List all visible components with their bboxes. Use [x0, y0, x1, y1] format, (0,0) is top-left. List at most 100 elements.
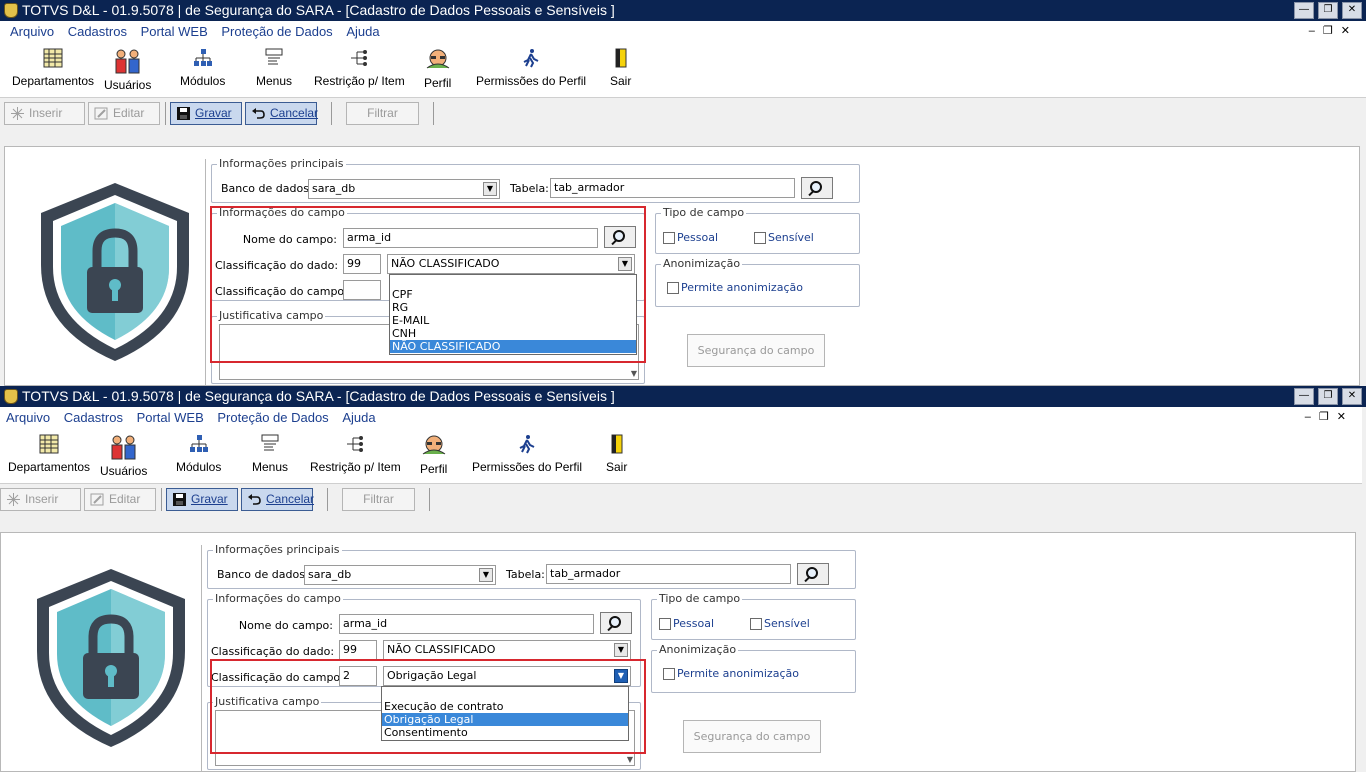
pessoal-checkbox[interactable]: [663, 232, 675, 244]
menu-portal-web[interactable]: Portal WEB: [141, 21, 208, 42]
dropdown-option[interactable]: Consentimento: [382, 726, 628, 739]
db-select[interactable]: sara_db ▼: [308, 179, 500, 199]
sair-button[interactable]: Sair: [606, 434, 627, 474]
class-campo-select[interactable]: Obrigação Legal ▼: [383, 666, 631, 686]
dropdown-option[interactable]: [390, 275, 636, 288]
departamentos-button[interactable]: Departamentos: [8, 434, 90, 474]
dropdown-option[interactable]: NÃO CLASSIFICADO: [390, 340, 636, 353]
runner-icon: [523, 49, 539, 68]
perfil-button[interactable]: Perfil: [424, 48, 451, 90]
menu-protecao-dados[interactable]: Proteção de Dados: [221, 21, 332, 42]
usuarios-button[interactable]: Usuários: [100, 434, 147, 478]
classificacao-dropdown-list[interactable]: CPF RG E-MAIL CNH NÃO CLASSIFICADO: [389, 274, 637, 355]
anonimizacao-label: Permite anonimização: [677, 667, 799, 680]
nome-campo-search-button[interactable]: [604, 226, 636, 248]
dropdown-option[interactable]: RG: [390, 301, 636, 314]
perfil-button[interactable]: Perfil: [420, 434, 447, 476]
dropdown-option[interactable]: E-MAIL: [390, 314, 636, 327]
menus-button[interactable]: Menus: [256, 48, 292, 88]
menu-cadastros[interactable]: Cadastros: [64, 407, 123, 428]
seguranca-campo-button[interactable]: Segurança do campo: [683, 720, 821, 753]
dropdown-option[interactable]: Execução de contrato: [382, 700, 628, 713]
chevron-down-icon[interactable]: ▼: [614, 643, 628, 657]
class-campo-label: Classificação do campo:: [211, 671, 344, 684]
permissoes-perfil-button[interactable]: Permissões do Perfil: [476, 48, 586, 88]
class-campo-code[interactable]: [343, 280, 381, 300]
dropdown-option[interactable]: CPF: [390, 288, 636, 301]
filtrar-button[interactable]: Filtrar: [346, 102, 419, 125]
form-panel: Informações principais Banco de dados: s…: [0, 532, 1356, 772]
window-titlebar: TOTVS D&L - 01.9.5078 | de Segurança do …: [0, 386, 1366, 407]
restricao-item-button[interactable]: Restrição p/ Item: [310, 434, 401, 474]
inserir-button[interactable]: Inserir: [0, 488, 81, 511]
seguranca-campo-button[interactable]: Segurança do campo: [687, 334, 825, 367]
minimize-icon[interactable]: —: [1294, 388, 1314, 405]
menu-ajuda[interactable]: Ajuda: [346, 21, 379, 42]
class-dado-code[interactable]: 99: [343, 254, 381, 274]
cancelar-button[interactable]: Cancelar: [245, 102, 318, 125]
menu-arquivo[interactable]: Arquivo: [6, 407, 50, 428]
anonimizacao-checkbox[interactable]: [663, 668, 675, 680]
table-field[interactable]: tab_armador: [546, 564, 791, 584]
icon-toolbar: Departamentos Usuários Módulos Menus Res…: [0, 42, 1366, 98]
menu-ajuda[interactable]: Ajuda: [342, 407, 375, 428]
db-select[interactable]: sara_db ▼: [304, 565, 496, 585]
pessoal-checkbox[interactable]: [659, 618, 671, 630]
sensivel-checkbox[interactable]: [750, 618, 762, 630]
table-field[interactable]: tab_armador: [550, 178, 795, 198]
close-icon[interactable]: ✕: [1342, 388, 1362, 405]
menu-protecao-dados[interactable]: Proteção de Dados: [217, 407, 328, 428]
close-icon[interactable]: ✕: [1342, 2, 1362, 19]
classificacao-dropdown-list[interactable]: Execução de contrato Obrigação Legal Conse…: [381, 686, 629, 741]
gravar-button[interactable]: Gravar: [166, 488, 238, 511]
gravar-button[interactable]: Gravar: [170, 102, 242, 125]
toolbar-separator: [433, 102, 434, 125]
table-search-button[interactable]: [801, 177, 833, 199]
class-campo-code[interactable]: 2: [339, 666, 377, 686]
editar-button[interactable]: Editar: [84, 488, 156, 511]
class-dado-select[interactable]: NÃO CLASSIFICADO ▼: [383, 640, 631, 660]
restore-icon[interactable]: ❐: [1318, 388, 1338, 405]
restore-icon[interactable]: ❐: [1318, 2, 1338, 19]
scroll-down-icon[interactable]: ▼: [631, 369, 637, 378]
chevron-down-icon[interactable]: ▼: [618, 257, 632, 271]
nome-campo-field[interactable]: arma_id: [343, 228, 598, 248]
dropdown-option[interactable]: Obrigação Legal: [382, 713, 628, 726]
menus-button[interactable]: Menus: [252, 434, 288, 474]
class-dado-select[interactable]: NÃO CLASSIFICADO ▼: [387, 254, 635, 274]
nome-campo-field[interactable]: arma_id: [339, 614, 594, 634]
exit-door-icon: [611, 434, 623, 454]
inserir-button[interactable]: Inserir: [4, 102, 85, 125]
permissoes-perfil-button[interactable]: Permissões do Perfil: [472, 434, 582, 474]
usuarios-button[interactable]: Usuários: [104, 48, 151, 92]
minimize-icon[interactable]: —: [1294, 2, 1314, 19]
sair-button[interactable]: Sair: [610, 48, 631, 88]
mdi-controls[interactable]: –❐✕: [1309, 21, 1358, 42]
editar-button[interactable]: Editar: [88, 102, 160, 125]
action-toolbar: Inserir Editar Gravar Cancelar Filtrar: [0, 99, 1366, 139]
class-dado-code[interactable]: 99: [339, 640, 377, 660]
mdi-controls[interactable]: –❐✕: [1305, 407, 1354, 428]
filtrar-button[interactable]: Filtrar: [342, 488, 415, 511]
modulos-button[interactable]: Módulos: [180, 48, 225, 88]
anonimizacao-checkbox[interactable]: [667, 282, 679, 294]
departamentos-button[interactable]: Departamentos: [12, 48, 94, 88]
sensivel-checkbox[interactable]: [754, 232, 766, 244]
scroll-down-icon[interactable]: ▼: [627, 755, 633, 764]
menu-portal-web[interactable]: Portal WEB: [137, 407, 204, 428]
restricao-item-button[interactable]: Restrição p/ Item: [314, 48, 405, 88]
menu-arquivo[interactable]: Arquivo: [10, 21, 54, 42]
chevron-down-icon[interactable]: ▼: [614, 669, 628, 683]
modulos-button[interactable]: Módulos: [176, 434, 221, 474]
chevron-down-icon[interactable]: ▼: [479, 568, 493, 582]
cancelar-button[interactable]: Cancelar: [241, 488, 314, 511]
table-search-button[interactable]: [797, 563, 829, 585]
dropdown-option[interactable]: [382, 687, 628, 700]
nome-campo-search-button[interactable]: [600, 612, 632, 634]
dropdown-option[interactable]: CNH: [390, 327, 636, 340]
profile-icon: [426, 49, 449, 69]
chevron-down-icon[interactable]: ▼: [483, 182, 497, 196]
class-dado-label: Classificação do dado:: [215, 259, 339, 272]
icon-toolbar: Departamentos Usuários Módulos Menus Res…: [0, 428, 1362, 484]
menu-cadastros[interactable]: Cadastros: [68, 21, 127, 42]
